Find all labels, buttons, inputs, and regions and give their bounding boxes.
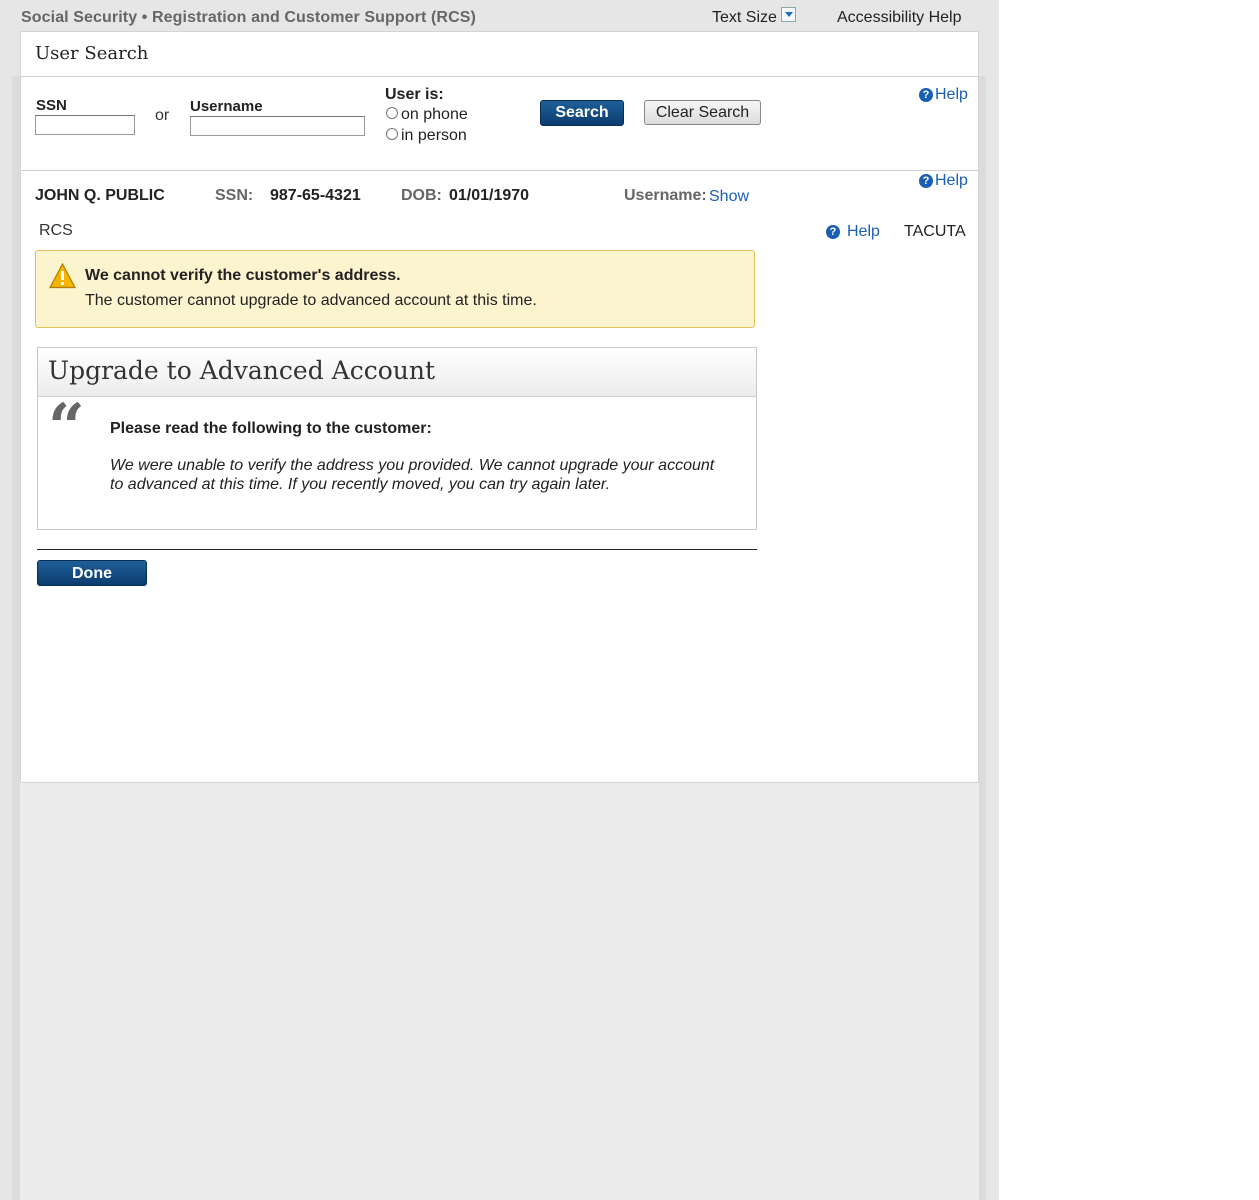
help-icon: ?: [826, 225, 840, 239]
help-icon: ?: [919, 88, 933, 102]
text-size-dropdown-icon[interactable]: [781, 7, 796, 22]
upgrade-title: Upgrade to Advanced Account: [48, 356, 436, 385]
ssn-input[interactable]: [35, 115, 135, 135]
lower-empty-area: [20, 783, 979, 1200]
site-title: Social Security • Registration and Custo…: [21, 9, 476, 26]
user-search-help-link[interactable]: ? Help: [919, 86, 968, 104]
text-size-label[interactable]: Text Size: [712, 9, 777, 27]
context-help-link[interactable]: ? Help: [826, 223, 880, 241]
warning-icon: [49, 263, 76, 289]
customer-ssn-label: SSN:: [215, 187, 254, 204]
app-label: RCS: [39, 222, 73, 239]
customer-dob-label: DOB:: [401, 187, 442, 204]
warning-text: The customer cannot upgrade to advanced …: [85, 292, 537, 309]
help-label: Help: [935, 86, 968, 103]
customer-ssn-value: 987-65-4321: [270, 187, 361, 204]
warning-alert: [35, 250, 755, 328]
customer-dob-value: 01/01/1970: [449, 187, 530, 204]
in-person-label[interactable]: in person: [401, 127, 467, 145]
agent-user-id: TACUTA: [904, 223, 966, 240]
customer-help-link[interactable]: ? Help: [919, 172, 968, 190]
done-button[interactable]: Done: [37, 560, 147, 586]
on-phone-label[interactable]: on phone: [401, 106, 468, 124]
help-label: Help: [847, 223, 880, 240]
search-button[interactable]: Search: [540, 100, 624, 126]
divider: [21, 170, 978, 171]
help-label: Help: [935, 172, 968, 189]
ssn-label: SSN: [36, 97, 67, 114]
quote-icon: “: [48, 390, 85, 465]
read-script: We were unable to verify the address you…: [110, 457, 715, 493]
username-label: Username: [190, 98, 263, 115]
user-is-label: User is:: [385, 86, 444, 103]
clear-search-button[interactable]: Clear Search: [644, 100, 761, 125]
divider: [21, 76, 978, 77]
divider: [37, 549, 757, 550]
customer-name: JOHN Q. PUBLIC: [35, 187, 165, 204]
warning-heading: We cannot verify the customer's address.: [85, 267, 401, 284]
read-instruction: Please read the following to the custome…: [110, 420, 432, 437]
accessibility-help-link[interactable]: Accessibility Help: [837, 9, 961, 27]
in-person-radio[interactable]: [386, 128, 398, 140]
show-username-link[interactable]: Show: [709, 188, 749, 206]
user-search-title: User Search: [35, 43, 149, 64]
or-label: or: [155, 107, 170, 124]
help-icon: ?: [919, 174, 933, 188]
username-input[interactable]: [190, 116, 365, 136]
on-phone-radio[interactable]: [386, 107, 398, 119]
customer-username-label: Username:: [624, 187, 707, 204]
